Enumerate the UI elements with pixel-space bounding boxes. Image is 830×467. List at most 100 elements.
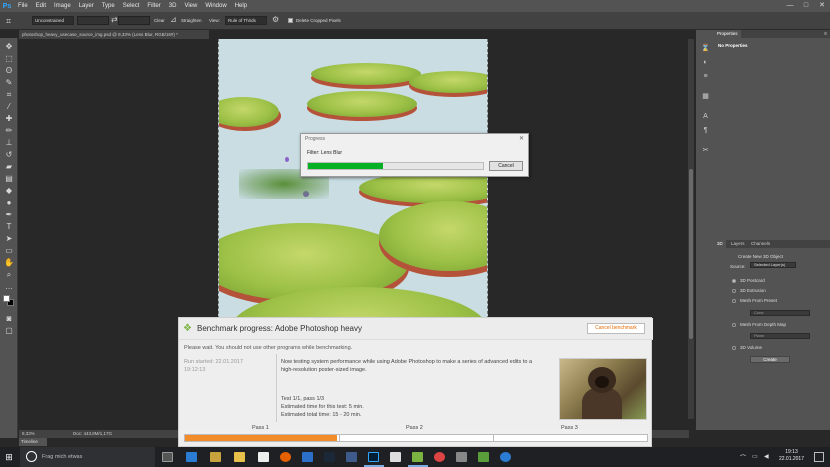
cancel-benchmark-button[interactable]: Cancel benchmark [587,323,645,334]
straighten-label[interactable]: Straighten [181,18,202,23]
move-tool-icon[interactable]: ✥ [4,42,14,52]
crop-tool-icon[interactable]: ⌗ [6,16,16,26]
battery-icon[interactable]: ▭ [752,453,758,460]
menu-select[interactable]: Select [119,0,144,12]
pen-tool-icon[interactable]: ✒ [4,210,14,220]
tool-icon[interactable] [456,452,467,462]
adjustments-icon[interactable]: ◐ [701,58,710,67]
brush-tool-icon[interactable]: ✏ [4,126,14,136]
create-button[interactable]: Create [750,356,790,363]
stamp-tool-icon[interactable]: ⊥ [4,138,14,148]
dodge-tool-icon[interactable]: ● [4,198,14,208]
panel-menu-icon[interactable]: ≡ [824,30,827,38]
ratio-select[interactable]: Unconstrained [32,16,74,25]
history-icon[interactable]: ⌛ [701,44,710,53]
path-select-tool-icon[interactable]: ➤ [4,234,14,244]
radio-icon[interactable] [732,298,736,303]
tab-properties[interactable]: Properties [714,30,741,38]
menu-edit[interactable]: Edit [32,0,50,12]
character-icon[interactable]: A [701,112,710,121]
edge-icon[interactable] [186,452,197,462]
eraser-tool-icon[interactable]: ▰ [4,162,14,172]
source-select[interactable]: Selected Layer(s) [750,262,796,268]
menu-3d[interactable]: 3D [165,0,181,12]
menu-file[interactable]: File [14,0,32,12]
paragraph-icon[interactable]: ¶ [701,126,710,135]
menu-window[interactable]: Window [201,0,230,12]
quick-select-tool-icon[interactable]: ✎ [4,78,14,88]
close-icon[interactable]: ✕ [519,135,524,142]
height-input[interactable] [118,16,150,25]
scrollbar-thumb[interactable] [689,169,693,339]
close-button[interactable]: ✕ [814,0,830,12]
marquee-tool-icon[interactable]: ⬚ [4,54,14,64]
clock[interactable]: 19:13 22.01.2017 [779,449,804,463]
option-3d-postcard[interactable]: 3D Postcard [732,278,765,283]
type-tool-icon[interactable]: T [4,222,14,232]
delete-cropped-checkbox[interactable] [288,18,293,23]
gear-icon[interactable]: ⚙ [272,15,279,24]
screen-mode-icon[interactable]: ▢ [4,326,14,336]
menu-layer[interactable]: Layer [75,0,98,12]
tools-preset-icon[interactable]: ✂ [701,146,710,155]
straighten-icon[interactable]: ⊿ [170,15,177,24]
gradient-tool-icon[interactable]: ▤ [4,174,14,184]
folder-icon[interactable] [234,452,245,462]
eyedropper-tool-icon[interactable]: ⁄ [4,102,14,112]
lasso-tool-icon[interactable]: ʘ [4,66,14,76]
menu-view[interactable]: View [180,0,201,12]
option-mesh-preset[interactable]: Mesh From Preset [732,298,777,303]
green-app-icon[interactable] [478,452,489,462]
file-explorer-icon[interactable] [210,452,221,462]
notifications-icon[interactable] [814,452,824,462]
search-box[interactable]: Frag mich etwas [20,447,155,467]
blur-tool-icon[interactable]: ◆ [4,186,14,196]
history-brush-tool-icon[interactable]: ↺ [4,150,14,160]
firefox-icon[interactable] [280,452,291,462]
vertical-scrollbar[interactable] [688,39,694,419]
swatches-icon[interactable]: ▦ [701,92,710,101]
width-input[interactable] [77,16,109,25]
radio-icon[interactable] [732,288,736,293]
menu-filter[interactable]: Filter [143,0,164,12]
crop-tool-icon[interactable]: ⌗ [4,90,14,100]
option-mesh-depth-map[interactable]: Mesh From Depth Map [732,322,786,327]
option-3d-extrusion[interactable]: 3D Extrusion [732,288,766,293]
radio-icon[interactable] [732,345,736,350]
tab-layers[interactable]: Layers [728,240,748,248]
network-icon[interactable]: ⌒ [740,453,746,462]
doc-size[interactable]: Doc: 443,8M/1,17G [73,430,112,438]
tab-3d[interactable]: 3D [714,240,726,248]
option-3d-volume[interactable]: 3D Volume [732,345,762,350]
swap-icon[interactable]: ⇄ [111,15,118,24]
store-icon[interactable] [302,452,313,462]
volume-icon[interactable]: ◀ [764,453,769,460]
radio-icon[interactable] [732,278,736,283]
sliders-icon[interactable]: ≡ [701,72,710,81]
more-tools-icon[interactable]: … [4,282,14,292]
browser-icon[interactable] [500,452,511,462]
menu-type[interactable]: Type [98,0,119,12]
quick-mask-icon[interactable]: ◙ [4,314,14,324]
cortana-icon[interactable] [26,451,37,462]
menu-image[interactable]: Image [50,0,75,12]
preset-select[interactable]: Cone [750,310,810,316]
benchmark-taskbar-icon[interactable] [412,452,423,462]
hand-tool-icon[interactable]: ✋ [4,258,14,268]
document-canvas[interactable] [218,39,488,339]
cancel-button[interactable]: Cancel [489,161,523,171]
menu-help[interactable]: Help [231,0,251,12]
notepad-icon[interactable] [258,452,269,462]
maximize-button[interactable]: □ [798,0,814,12]
photoshop-taskbar-icon[interactable] [368,452,379,462]
zoom-tool-icon[interactable]: ⌕ [4,270,14,280]
depth-map-select[interactable]: Plane [750,333,810,339]
foreground-color-swatch[interactable] [3,295,10,302]
shape-tool-icon[interactable]: ▭ [4,246,14,256]
windows-start-icon[interactable]: ⊞ [0,447,18,467]
monitor-icon[interactable] [390,452,401,462]
document-tab[interactable]: photoshop_heavy_usecase_source_img.psd @… [19,30,209,39]
radio-icon[interactable] [732,322,736,327]
steam-icon[interactable] [324,452,335,462]
minimize-button[interactable]: — [782,0,798,12]
